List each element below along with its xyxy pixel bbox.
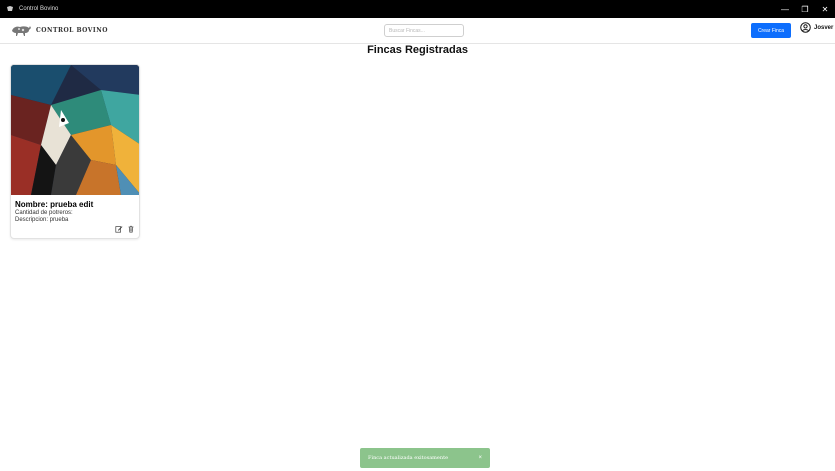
window-controls: — ❐ ✕ <box>775 0 835 18</box>
close-button[interactable]: ✕ <box>815 0 835 18</box>
finca-image <box>11 65 139 195</box>
restore-button[interactable]: ❐ <box>795 0 815 18</box>
finca-potreros: Cantidad de potreros: <box>15 210 73 216</box>
trash-icon[interactable] <box>127 225 135 233</box>
window-titlebar: Control Bovino — ❐ ✕ <box>0 0 835 18</box>
page-title: Fincas Registradas <box>367 44 468 56</box>
user-menu[interactable]: Josver <box>800 22 833 33</box>
user-name: Josver <box>814 24 834 31</box>
window-title: Control Bovino <box>19 6 59 12</box>
success-toast: Finca actualizada exitosamente × <box>360 448 490 468</box>
search-input[interactable] <box>384 24 464 37</box>
card-body: Nombre: prueba edit Cantidad de potreros… <box>11 195 139 224</box>
minimize-button[interactable]: — <box>775 0 795 18</box>
brand[interactable]: CONTROL BOVINO <box>10 23 108 37</box>
edit-icon[interactable] <box>115 225 123 233</box>
cattle-logo-icon <box>12 26 31 36</box>
user-circle-icon <box>800 22 811 33</box>
finca-name: Nombre: prueba edit <box>15 200 94 209</box>
create-finca-button[interactable]: Crear Finca <box>751 23 791 38</box>
card-actions <box>115 225 135 233</box>
app-icon <box>5 4 15 14</box>
finca-description: Descripcion: prueba <box>15 217 69 223</box>
finca-card: Nombre: prueba edit Cantidad de potreros… <box>10 64 140 239</box>
navbar: CONTROL BOVINO Crear Finca Josver <box>0 18 835 44</box>
toast-close-button[interactable]: × <box>478 455 482 461</box>
brand-text: CONTROL BOVINO <box>36 26 108 34</box>
toast-message: Finca actualizada exitosamente <box>368 455 449 461</box>
